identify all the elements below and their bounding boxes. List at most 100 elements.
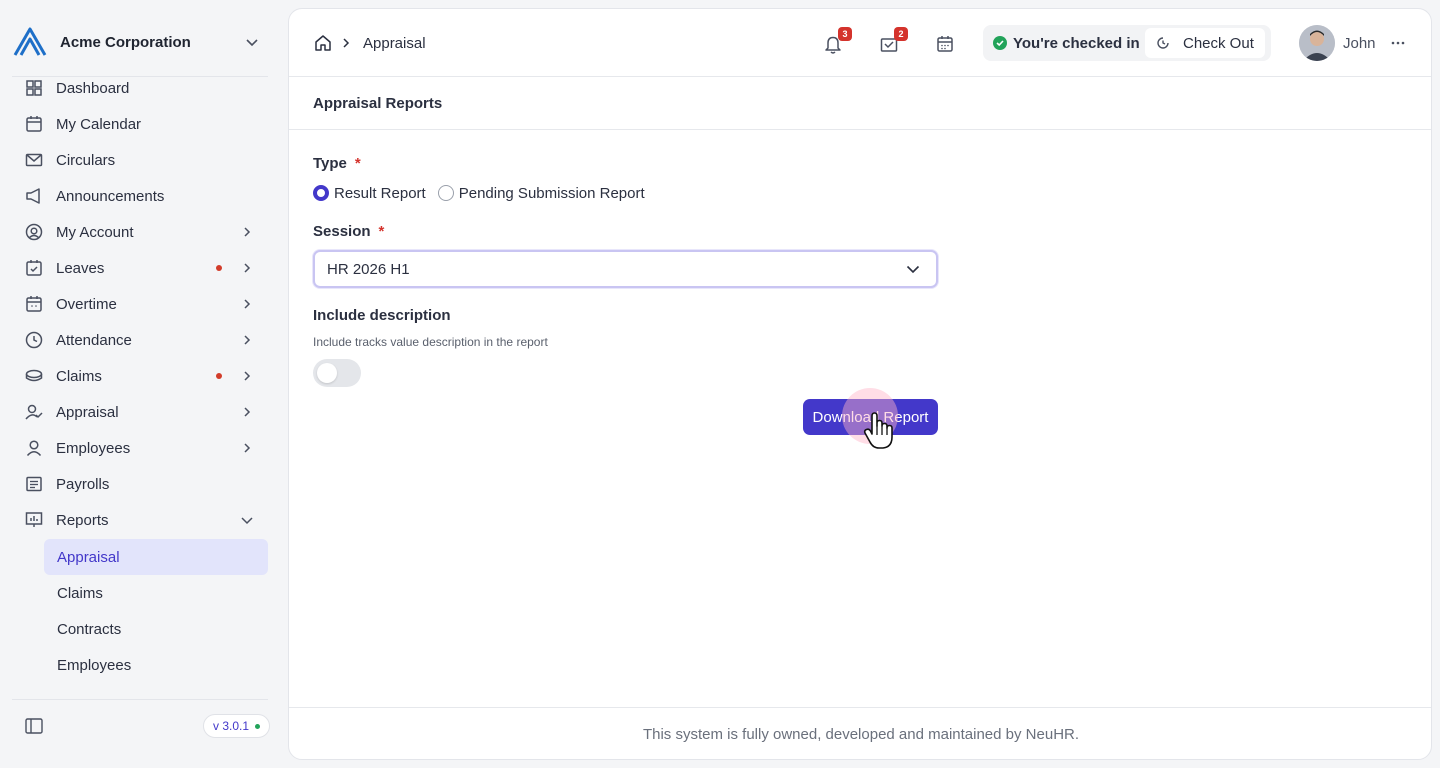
coins-icon	[24, 366, 44, 386]
sidebar-item-appraisal[interactable]: Appraisal	[12, 394, 268, 430]
sidebar-item-label: Attendance	[56, 331, 132, 349]
session-select-value: HR 2026 H1	[327, 260, 410, 278]
radio-label: Result Report	[334, 184, 426, 202]
chevron-down-icon	[242, 32, 262, 52]
chevron-right-icon	[240, 369, 254, 383]
chevron-right-icon	[240, 261, 254, 275]
footer: This system is fully owned, developed an…	[289, 707, 1431, 759]
chevron-right-icon	[240, 405, 254, 419]
check-circle-icon	[993, 36, 1007, 50]
include-description-hint: Include tracks value description in the …	[313, 335, 548, 349]
include-description-toggle[interactable]	[313, 359, 361, 387]
radio-button[interactable]	[437, 185, 454, 201]
sidebar-item-my-account[interactable]: My Account	[12, 214, 268, 250]
sidebar-item-label: Overtime	[56, 295, 117, 313]
sidebar-subitem-contracts[interactable]: Contracts	[44, 611, 268, 647]
sidebar-item-label: Leaves	[56, 259, 105, 277]
radio-button-checked[interactable]	[313, 185, 329, 201]
divider	[12, 76, 268, 77]
more-horizontal-icon[interactable]	[1390, 35, 1406, 51]
user-name: John	[1343, 34, 1376, 52]
type-label-text: Type	[313, 155, 347, 172]
radio-label: Pending Submission Report	[458, 184, 645, 202]
user-icon	[24, 438, 44, 458]
chevron-down-icon	[904, 260, 922, 278]
user-check-icon	[24, 402, 44, 422]
sidebar-item-employees[interactable]: Employees	[12, 430, 268, 466]
sidebar-item-announcements[interactable]: Announcements	[12, 178, 268, 214]
required-asterisk: *	[354, 155, 361, 172]
mail-icon	[24, 150, 44, 170]
toggle-knob	[317, 363, 337, 383]
sidebar-item-my-calendar[interactable]: My Calendar	[12, 106, 268, 142]
megaphone-icon	[24, 186, 44, 206]
chevron-right-icon	[240, 333, 254, 347]
breadcrumb: Appraisal	[313, 33, 426, 53]
breadcrumb-current: Appraisal	[363, 34, 426, 52]
org-switcher[interactable]: Acme Corporation	[12, 10, 268, 74]
hand-cursor-icon	[862, 411, 896, 451]
check-out-label: Check Out	[1183, 34, 1254, 52]
sidebar-item-attendance[interactable]: Attendance	[12, 322, 268, 358]
sidebar-item-label: Employees	[56, 439, 131, 457]
home-icon[interactable]	[313, 33, 333, 53]
notification-dot	[216, 265, 222, 271]
sidebar-item-circulars[interactable]: Circulars	[12, 142, 268, 178]
receipt-icon	[24, 474, 44, 494]
check-out-button[interactable]: Check Out	[1145, 28, 1265, 58]
sidebar-item-label: Reports	[56, 511, 109, 529]
sidebar-subitem-claims[interactable]: Claims	[44, 575, 268, 611]
page-title: Appraisal Reports	[313, 95, 443, 112]
footer-text: This system is fully owned, developed an…	[642, 726, 1080, 743]
chevron-down-icon	[240, 513, 254, 527]
user-menu[interactable]: John	[1299, 25, 1406, 61]
status-dot	[255, 723, 261, 729]
sidebar-item-label: Appraisal	[56, 403, 119, 421]
chevron-right-icon	[240, 297, 254, 311]
calendar-icon[interactable]	[934, 33, 956, 55]
section-header: Appraisal Reports	[289, 77, 1431, 130]
session-label-text: Session	[313, 223, 371, 240]
radio-result-report[interactable]: Result Report	[313, 185, 426, 202]
avatar	[1299, 25, 1335, 61]
session-label: Session *	[313, 223, 384, 240]
required-asterisk: *	[378, 223, 385, 240]
sidebar-item-reports[interactable]: Reports	[12, 502, 268, 538]
checkin-panel: You're checked in Check Out	[983, 25, 1271, 61]
calendar-clock-icon	[24, 294, 44, 314]
tasks-mailbox-icon[interactable]: 2	[878, 27, 908, 55]
notifications-bell-icon[interactable]: 3	[822, 27, 852, 55]
clock-rotate-icon	[1155, 35, 1171, 51]
org-name: Acme Corporation	[60, 33, 191, 51]
sidebar: Acme Corporation Dashboard My Calendar C…	[0, 0, 280, 768]
sidebar-item-leaves[interactable]: Leaves	[12, 250, 268, 286]
dashboard-icon	[24, 78, 44, 98]
tasks-count-badge: 2	[894, 27, 908, 41]
sidebar-subitem-employees[interactable]: Employees	[44, 647, 268, 683]
sidebar-nav: Dashboard My Calendar Circulars Announce…	[12, 70, 268, 690]
version-badge: v 3.0.1	[203, 714, 271, 738]
checkin-status-text: You're checked in	[1013, 34, 1140, 52]
sidebar-item-label: Circulars	[56, 151, 116, 169]
calendar-icon	[24, 114, 44, 134]
notification-dot	[216, 373, 222, 379]
radio-pending-submission-report[interactable]: Pending Submission Report	[437, 184, 645, 202]
sidebar-item-overtime[interactable]: Overtime	[12, 286, 268, 322]
account-circle-icon	[24, 222, 44, 242]
sidebar-item-label: My Account	[56, 223, 134, 241]
checkin-status: You're checked in	[993, 35, 1140, 52]
clock-icon	[24, 330, 44, 350]
session-select[interactable]: HR 2026 H1	[313, 250, 938, 288]
notifications-count-badge: 3	[838, 27, 852, 41]
sidebar-item-payrolls[interactable]: Payrolls	[12, 466, 268, 502]
company-logo-icon	[12, 24, 48, 60]
sidebar-subitem-appraisal[interactable]: Appraisal	[44, 539, 268, 575]
chevron-right-icon	[339, 36, 353, 50]
type-label: Type *	[313, 155, 361, 172]
sidebar-item-label: Payrolls	[56, 475, 110, 493]
main-panel: Appraisal 3 2 You're checked in Check Ou…	[288, 8, 1432, 760]
sidebar-item-label: Announcements	[56, 187, 165, 205]
sidebar-toggle-icon[interactable]	[24, 716, 44, 736]
sidebar-item-claims[interactable]: Claims	[12, 358, 268, 394]
sidebar-item-label: Dashboard	[56, 79, 130, 97]
